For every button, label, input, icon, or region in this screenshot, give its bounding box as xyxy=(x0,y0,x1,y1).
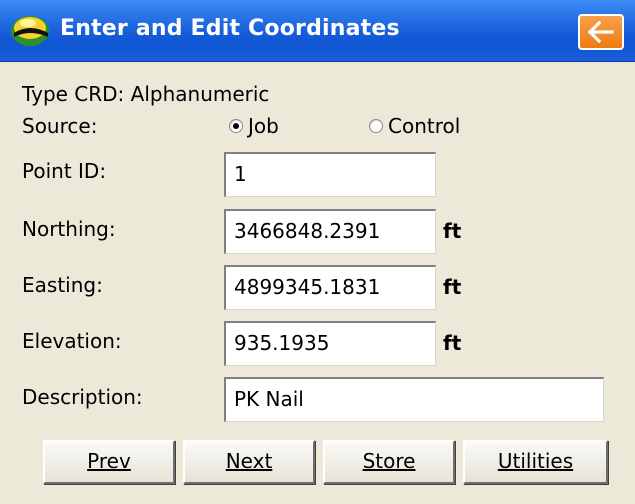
easting-input[interactable]: 4899345.1831 xyxy=(224,265,436,310)
back-button[interactable] xyxy=(578,14,624,50)
next-button[interactable]: Next xyxy=(183,440,315,484)
utilities-button[interactable]: Utilities xyxy=(463,440,608,484)
arrow-left-icon xyxy=(588,21,614,43)
source-job-label[interactable]: Job xyxy=(248,114,279,138)
point-id-input[interactable]: 1 xyxy=(224,152,436,197)
northing-label: Northing: xyxy=(22,217,116,241)
elevation-label: Elevation: xyxy=(22,329,122,353)
prev-button[interactable]: Prev xyxy=(43,440,175,484)
title-bar: Enter and Edit Coordinates xyxy=(0,0,635,62)
northing-input[interactable]: 3466848.2391 xyxy=(224,209,436,254)
source-label: Source: xyxy=(22,114,98,138)
northing-unit: ft xyxy=(443,219,462,243)
elevation-input[interactable]: 935.1935 xyxy=(224,321,436,366)
description-input[interactable]: PK Nail xyxy=(224,377,604,422)
point-id-label: Point ID: xyxy=(22,159,107,183)
source-control-radio[interactable] xyxy=(369,119,383,133)
survey-logo-icon xyxy=(11,16,49,46)
source-control-label[interactable]: Control xyxy=(388,114,460,138)
store-button[interactable]: Store xyxy=(323,440,455,484)
source-job-radio[interactable] xyxy=(229,119,243,133)
easting-label: Easting: xyxy=(22,273,103,297)
easting-unit: ft xyxy=(443,275,462,299)
description-label: Description: xyxy=(22,385,143,409)
type-crd-label: Type CRD: Alphanumeric xyxy=(22,82,270,106)
elevation-unit: ft xyxy=(443,331,462,355)
window-title: Enter and Edit Coordinates xyxy=(60,16,400,41)
